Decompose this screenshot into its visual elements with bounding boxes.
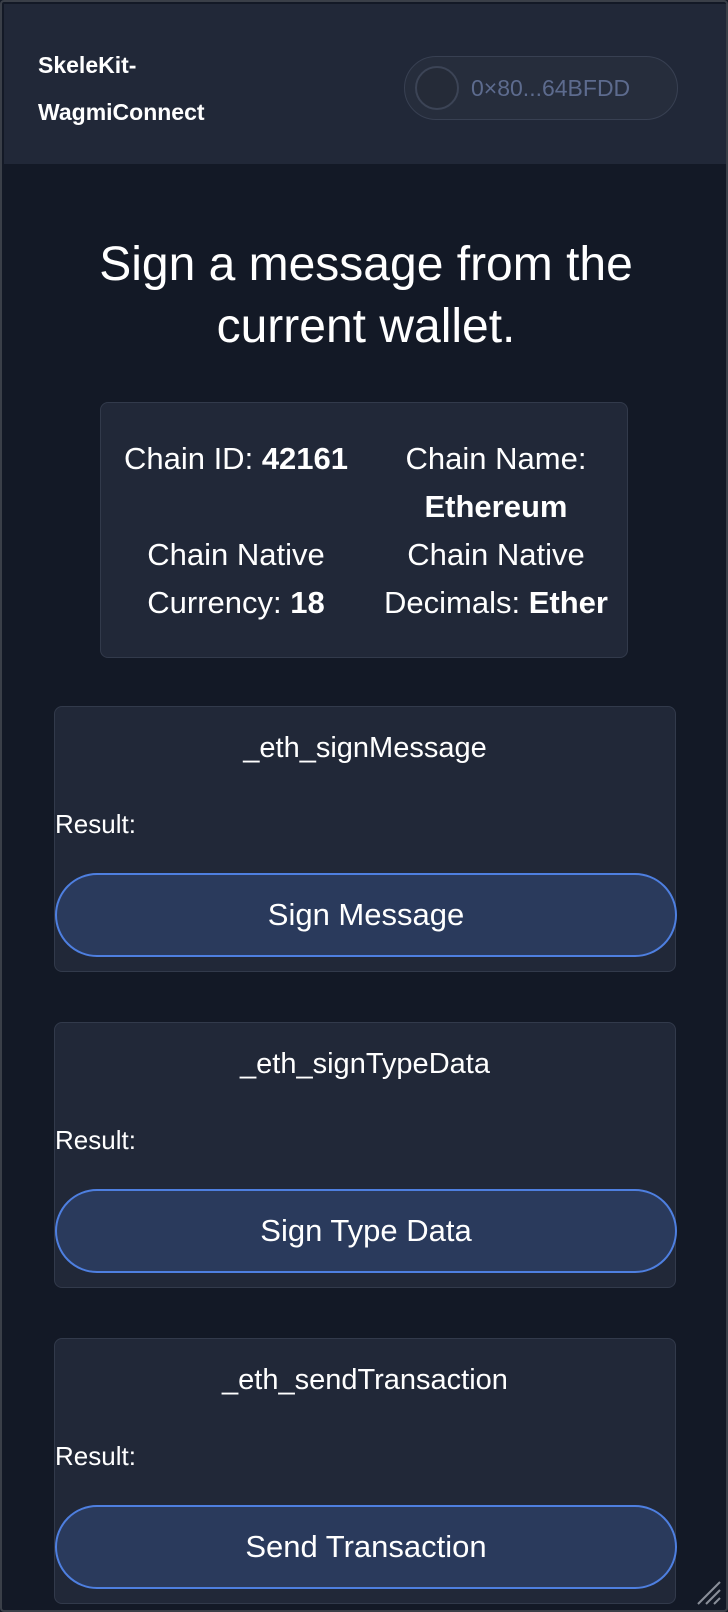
method-title: _eth_sendTransaction <box>222 1364 508 1396</box>
chain-id-value: 42161 <box>261 441 349 476</box>
send-transaction-button[interactable]: Send Transaction <box>55 1505 677 1589</box>
chain-native-currency: Chain Native Currency: 18 <box>111 531 361 627</box>
chain-info-card: Chain ID: 42161 Chain Name: Ethereum Cha… <box>100 402 628 658</box>
brand-line-2: WagmiConnect <box>38 99 205 125</box>
chain-id: Chain ID: 42161 <box>111 435 361 483</box>
page-title: Sign a message from the current wallet. <box>99 238 633 353</box>
chain-name-value: Ethereum <box>424 489 568 524</box>
chain-native-decimals: Chain Native Decimals: Ether <box>371 531 621 627</box>
resize-grip-icon[interactable] <box>694 1578 722 1606</box>
app-window: SkeleKit- WagmiConnect 0×80...64BFDD Sig… <box>0 0 728 1612</box>
sign-message-button[interactable]: Sign Message <box>55 873 677 957</box>
brand-line-1: SkeleKit- <box>38 52 137 78</box>
avatar-circle-icon <box>415 66 459 110</box>
chain-id-label: Chain ID: <box>123 441 254 476</box>
wallet-address: 0×80...64BFDD <box>471 75 631 101</box>
native-currency-label-1: Chain Native <box>147 537 325 572</box>
send-transaction-card: _eth_sendTransaction Result: Send Transa… <box>54 1338 677 1604</box>
result-label: Result: <box>55 809 136 839</box>
native-decimals-value: Ether <box>528 585 608 620</box>
result-label: Result: <box>55 1441 136 1471</box>
sign-type-data-card: _eth_signTypeData Result: Sign Type Data <box>54 1022 677 1288</box>
native-decimals-label-2: Decimals: <box>384 585 521 620</box>
result-label: Result: <box>55 1125 136 1155</box>
brand-title: SkeleKit- WagmiConnect <box>38 42 298 136</box>
native-currency-value: 18 <box>290 585 325 620</box>
native-currency-label-2: Currency: <box>147 585 282 620</box>
header: SkeleKit- WagmiConnect 0×80...64BFDD <box>4 4 726 164</box>
method-title: _eth_signMessage <box>243 732 487 764</box>
native-decimals-label-1: Chain Native <box>407 537 585 572</box>
chain-name: Chain Name: Ethereum <box>371 435 621 531</box>
method-title: _eth_signTypeData <box>240 1048 490 1080</box>
sign-type-data-button[interactable]: Sign Type Data <box>55 1189 677 1273</box>
wallet-account-button[interactable]: 0×80...64BFDD <box>404 56 678 120</box>
chain-name-label: Chain Name: <box>405 441 587 476</box>
sign-message-card: _eth_signMessage Result: Sign Message <box>54 706 677 972</box>
